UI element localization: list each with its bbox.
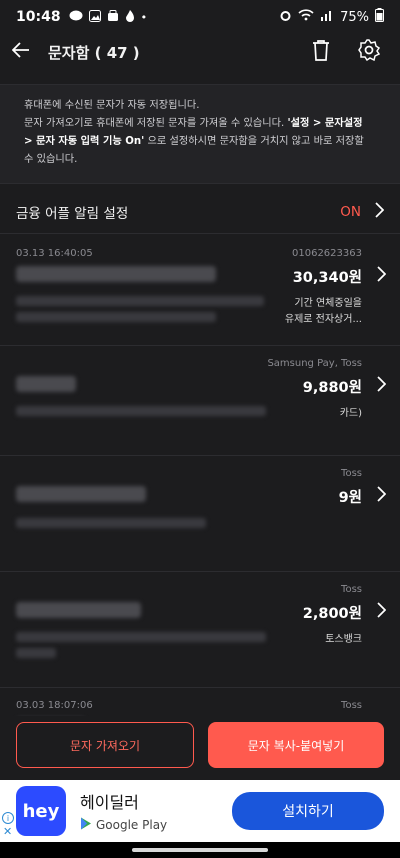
info-line-3-bold: > 문자 자동 입력 기능 On' [24, 136, 145, 147]
info-line-2-text: 문자 가져오기로 휴대폰에 저장된 문자를 가져올 수 있습니다. [24, 118, 288, 129]
info-notice: 휴대폰에 수신된 문자가 자동 저장됩니다. 문자 가져오기로 휴대폰에 저장된… [0, 84, 400, 184]
message-sender-blurred [16, 266, 216, 282]
trash-icon[interactable] [312, 39, 330, 65]
flame-notification-icon [125, 9, 135, 25]
back-arrow-icon[interactable] [11, 42, 30, 62]
message-list[interactable]: 03.13 16:40:05 01062623363 30,340원 기간 연체… [0, 236, 400, 716]
ad-store-name: Google Play [96, 818, 168, 832]
message-amount: 9원 [338, 490, 362, 506]
chevron-right-icon [377, 486, 387, 506]
status-bar: 10:48 • 75% [0, 0, 400, 34]
system-nav-bar [0, 842, 400, 858]
install-button[interactable]: 설치하기 [232, 792, 384, 830]
import-messages-button[interactable]: 문자 가져오기 [16, 722, 194, 768]
notification-icons: • [69, 9, 148, 25]
image-notification-icon [88, 9, 101, 25]
chevron-right-icon [377, 376, 387, 396]
gear-icon[interactable] [358, 39, 381, 65]
message-sender-blurred [16, 376, 76, 392]
message-body-blurred [16, 518, 206, 528]
setting-status: ON [340, 203, 361, 220]
setting-label: 금융 어플 알림 설정 [16, 205, 129, 222]
message-source: Toss [341, 700, 362, 711]
chevron-right-icon [375, 201, 385, 222]
ad-app-logo: hey [16, 786, 66, 836]
signal-icon [320, 9, 334, 25]
message-body-blurred [16, 296, 264, 306]
message-sender-blurred [16, 486, 146, 502]
info-line-1: 휴대폰에 수신된 문자가 자동 저장됩니다. [24, 100, 200, 111]
message-date: 03.13 16:40:05 [16, 248, 93, 259]
list-item[interactable]: Samsung Pay, Toss 9,880원 카드) [0, 346, 400, 456]
list-item[interactable]: Toss 2,800원 토스뱅크 [0, 572, 400, 688]
ad-info-icon[interactable]: i [2, 812, 14, 824]
shop-notification-icon [107, 9, 119, 25]
message-body-blurred [16, 648, 56, 658]
paste-message-button[interactable]: 문자 복사-붙여넣기 [208, 722, 384, 768]
financial-app-alert-setting[interactable]: 금융 어플 알림 설정 ON [0, 190, 400, 234]
alarm-icon [279, 9, 292, 26]
ad-close-icon[interactable]: ✕ [3, 825, 12, 838]
info-line-3-text: 으로 설정하시면 문자함을 거치지 않고 바로 저장할 [144, 136, 364, 147]
ad-store: Google Play [80, 817, 167, 833]
message-body-tail: 토스뱅크 [325, 634, 362, 645]
app-bar: 문자함 ( 47 ) [0, 34, 400, 70]
battery-level: 75% [340, 9, 369, 25]
message-body-tail: 유제로 전자상거... [284, 314, 362, 325]
message-body-tail: 카드) [339, 408, 362, 419]
page-title: 문자함 ( 47 ) [48, 43, 140, 62]
google-play-icon [80, 817, 92, 833]
message-sender-blurred [16, 602, 141, 618]
ad-banner[interactable]: i ✕ hey 헤이딜러 Google Play 설치하기 [0, 780, 400, 842]
message-source: 01062623363 [292, 248, 362, 259]
list-item[interactable]: 03.03 18:07:06 Toss [0, 688, 400, 716]
battery-icon [375, 8, 384, 26]
chevron-right-icon [377, 266, 387, 286]
message-source: Toss [341, 468, 362, 479]
chat-notification-icon [69, 10, 83, 25]
message-source: Toss [341, 584, 362, 595]
status-time: 10:48 [16, 9, 61, 25]
message-date: 03.03 18:07:06 [16, 700, 93, 711]
home-handle[interactable] [132, 848, 268, 852]
message-body-blurred [16, 406, 266, 416]
dot-icon: • [140, 10, 148, 24]
message-body-tail: 기간 연체중일을 [294, 298, 362, 309]
ad-meta: 헤이딜러 Google Play [80, 789, 167, 833]
message-amount: 2,800원 [302, 606, 362, 622]
status-right: 75% [279, 8, 384, 26]
info-line-3: > 문자 자동 입력 기능 On' 으로 설정하시면 문자함을 거치지 않고 바… [24, 133, 376, 151]
message-body-blurred [16, 312, 216, 322]
ad-app-name: 헤이딜러 [80, 793, 139, 812]
wifi-icon [298, 9, 314, 25]
chevron-right-icon [377, 602, 387, 622]
message-amount: 9,880원 [302, 380, 362, 396]
action-bar: 문자 가져오기 문자 복사-붙여넣기 [0, 716, 400, 780]
message-body-blurred [16, 632, 266, 642]
message-source: Samsung Pay, Toss [267, 358, 362, 369]
list-item[interactable]: 03.13 16:40:05 01062623363 30,340원 기간 연체… [0, 236, 400, 346]
list-item[interactable]: Toss 9원 [0, 456, 400, 572]
info-line-4: 수 있습니다. [24, 154, 78, 165]
info-line-2-bold: '설정 > 문자설정 [287, 118, 363, 129]
info-line-2: 문자 가져오기로 휴대폰에 저장된 문자를 가져올 수 있습니다. '설정 > … [24, 115, 376, 133]
message-amount: 30,340원 [292, 270, 362, 286]
